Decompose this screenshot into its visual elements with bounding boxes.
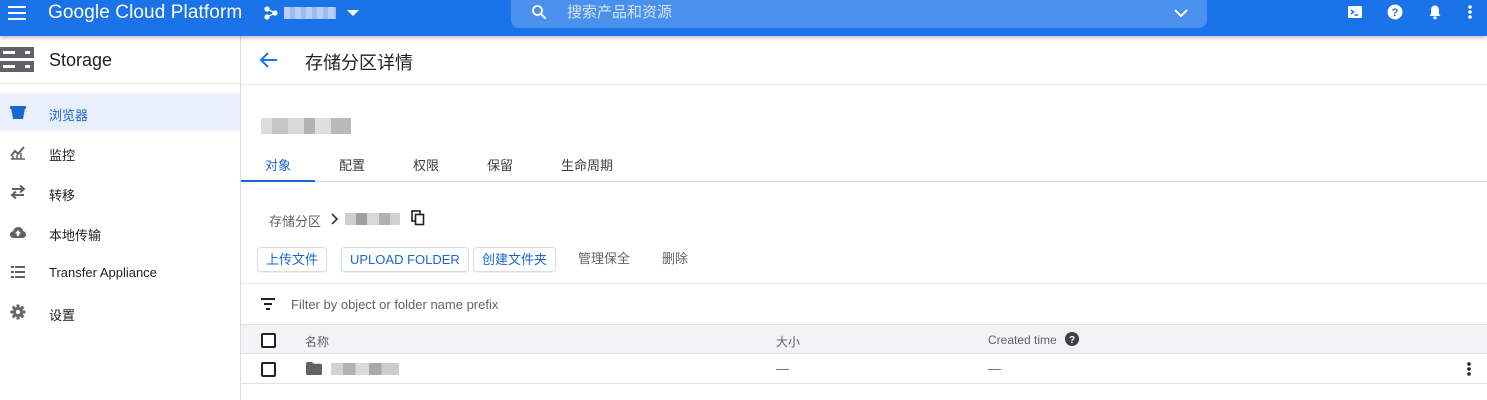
list-icon	[11, 266, 25, 278]
notifications-bell-icon[interactable]	[1427, 4, 1443, 20]
transfer-arrows-icon	[10, 184, 26, 200]
gear-icon	[10, 304, 26, 320]
storage-icon	[0, 47, 34, 72]
storage-sidebar: Storage 浏览器 监控 转移 本地传输 Transfer Applianc…	[0, 36, 241, 400]
page-title: 存储分区详情	[305, 53, 413, 73]
search-input[interactable]	[567, 0, 1147, 24]
column-header-name[interactable]: 名称	[305, 333, 329, 350]
select-all-checkbox[interactable]	[261, 333, 276, 348]
sidebar-item-transfer[interactable]: 转移	[0, 173, 240, 211]
hamburger-menu-icon[interactable]	[6, 2, 28, 24]
more-vert-icon[interactable]	[1466, 4, 1474, 20]
project-dots-icon[interactable]	[263, 5, 279, 21]
delete-button[interactable]: 删除	[662, 247, 688, 272]
column-header-size[interactable]: 大小	[776, 333, 800, 350]
tab-lifecycle[interactable]: 生命周期	[555, 146, 619, 182]
row-created-time: —	[988, 361, 1001, 376]
upload-files-button[interactable]: 上传文件	[257, 247, 328, 272]
filter-icon	[261, 298, 275, 310]
main-content: 存储分区详情 对象 配置 权限 保留 生命周期 存储分区 上传文件 UPLOAD…	[241, 36, 1487, 400]
bucket-tabs: 对象 配置 权限 保留 生命周期	[241, 146, 1487, 182]
chevron-down-icon[interactable]	[1173, 5, 1189, 21]
help-icon[interactable]: ?	[1387, 4, 1403, 20]
column-header-created-time[interactable]: Created time	[988, 333, 1057, 347]
bucket-name-redacted	[261, 118, 351, 134]
breadcrumb-current-redacted	[345, 213, 400, 225]
folder-name-redacted[interactable]	[331, 363, 399, 375]
sidebar-item-label: 设置	[49, 308, 76, 323]
folder-icon	[306, 362, 322, 375]
filter-bar	[241, 283, 1487, 324]
upload-folder-button[interactable]: UPLOAD FOLDER	[341, 247, 469, 272]
cloud-upload-icon	[10, 227, 26, 238]
sidebar-item-label: 转移	[49, 188, 76, 203]
sidebar-item-label: 本地传输	[49, 228, 102, 243]
sidebar-item-label: 监控	[49, 148, 76, 163]
sidebar-item-browser[interactable]: 浏览器	[0, 93, 240, 131]
chevron-right-icon	[331, 213, 339, 225]
search-icon	[532, 5, 546, 19]
row-size: —	[776, 361, 789, 376]
filter-input[interactable]	[291, 295, 791, 313]
sidebar-item-label: Transfer Appliance	[49, 265, 157, 280]
page-header: 存储分区详情	[241, 36, 1487, 85]
tab-retention[interactable]: 保留	[479, 146, 521, 182]
svg-text:?: ?	[1392, 7, 1399, 19]
sidebar-item-local-transfer[interactable]: 本地传输	[0, 213, 240, 251]
search-bar[interactable]	[511, 0, 1207, 28]
project-name-redacted[interactable]	[284, 7, 336, 19]
sidebar-item-label: 浏览器	[49, 108, 89, 123]
bucket-icon	[10, 106, 26, 119]
brand-title[interactable]: Google Cloud Platform	[48, 2, 242, 24]
row-checkbox[interactable]	[261, 362, 276, 377]
sidebar-header: Storage	[0, 36, 240, 84]
table-header: 名称 大小 Created time ?	[241, 324, 1487, 354]
sidebar-item-monitoring[interactable]: 监控	[0, 133, 240, 171]
tab-permissions[interactable]: 权限	[405, 146, 447, 182]
project-dropdown-caret-icon[interactable]	[347, 10, 359, 16]
manage-holds-button[interactable]: 管理保全	[578, 247, 630, 272]
monitoring-chart-icon	[10, 146, 25, 160]
sidebar-item-settings[interactable]: 设置	[0, 293, 240, 331]
top-app-bar: Google Cloud Platform ?	[0, 0, 1487, 36]
back-arrow-icon[interactable]	[259, 51, 279, 69]
table-row[interactable]: — —	[241, 354, 1487, 384]
cloud-shell-icon[interactable]	[1347, 4, 1363, 20]
breadcrumb-root-link[interactable]: 存储分区	[269, 211, 321, 230]
more-vert-icon[interactable]	[1465, 361, 1473, 377]
tab-objects[interactable]: 对象	[241, 146, 315, 182]
help-icon[interactable]: ?	[1065, 332, 1079, 346]
svg-text:?: ?	[1069, 335, 1075, 346]
tab-configuration[interactable]: 配置	[331, 146, 373, 182]
copy-icon[interactable]	[411, 210, 425, 226]
sidebar-title: Storage	[49, 50, 113, 70]
create-folder-button[interactable]: 创建文件夹	[473, 247, 557, 272]
sidebar-item-transfer-appliance[interactable]: Transfer Appliance	[0, 253, 240, 291]
